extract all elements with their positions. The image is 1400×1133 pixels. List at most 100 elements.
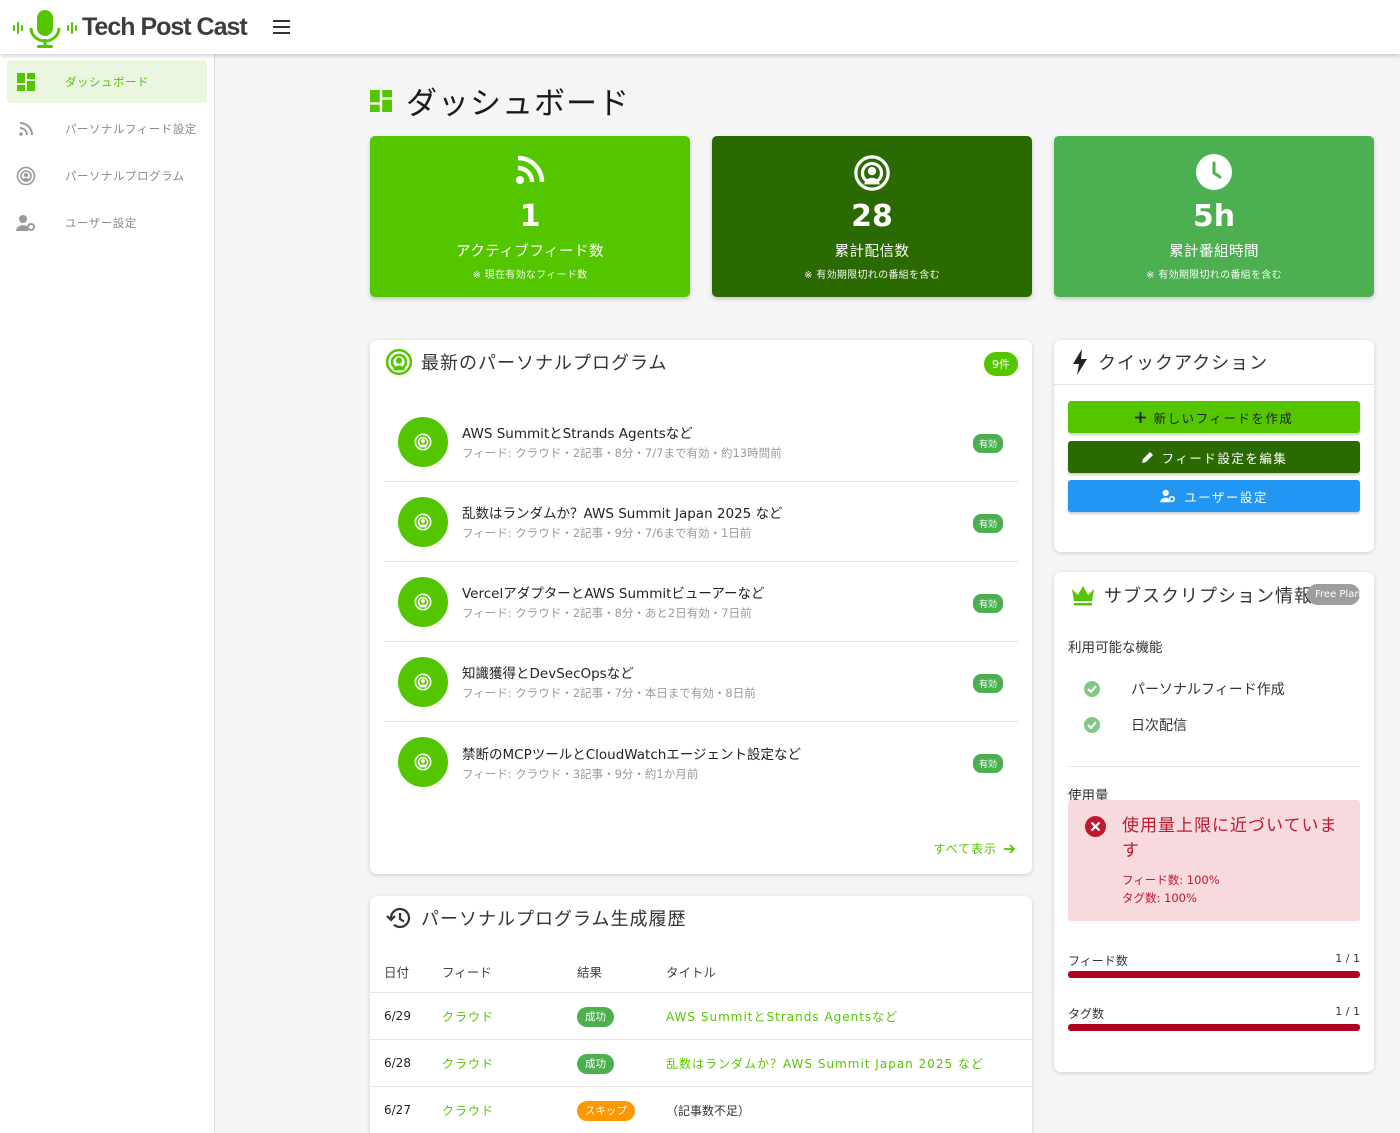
sidebar-item-label: ダッシュボード [65,74,149,89]
feed-link[interactable]: クラウド [442,1104,494,1118]
podcast-icon [398,576,448,627]
title-text: （記事数不足） [666,1103,751,1118]
feed-link[interactable]: クラウド [442,1057,494,1071]
sidebar-item-label: パーソナルプログラム [65,168,185,183]
subscription-card: サブスクリプション情報 Free Plan 利用可能な機能 パーソナルフィード作… [1054,572,1374,1072]
sidebar-item-personal-feed-settings[interactable]: パーソナルフィード設定 [7,107,207,150]
status-badge: 有効 [972,594,1003,613]
program-item[interactable]: 禁断のMCPツールとCloudWatchエージェント設定など フィード: クラウ… [384,722,1018,802]
page-title: ダッシュボード [370,78,630,123]
podcast-icon [712,154,1032,191]
program-count-badge: 9件 [984,352,1018,376]
alert-title: 使用量上限に近づいています [1122,816,1338,861]
plus-icon [1134,411,1146,423]
usage-label: フィード数 [1068,954,1128,968]
card-title: 最新のパーソナルプログラム [421,353,668,374]
stat-value: 1 [519,199,541,234]
program-title: VercelアダプターとAWS Summitビューアーなど [462,586,765,602]
program-title: 乱数はランダムか？AWS Summit Japan 2025 など [462,506,783,522]
dashboard-icon [370,89,392,112]
table-row: 6/27 クラウド スキップ （記事数不足） [370,1086,1032,1133]
program-item[interactable]: VercelアダプターとAWS Summitビューアーなど フィード: クラウド… [384,562,1018,642]
history-icon [386,907,411,929]
stat-label: 累計番組時間 [1169,244,1259,260]
error-icon [1085,816,1106,837]
dashboard-icon [16,72,36,92]
history-table: 日付 フィード 結果 タイトル 6/29 クラウド 成功 AWS Summitと… [370,950,1032,1133]
program-meta: フィード: クラウド・2記事・8分・7/7まで有効・約13時間前 [462,446,782,460]
user-settings-icon [16,213,36,233]
generation-history-card: パーソナルプログラム生成履歴 日付 フィード 結果 タイトル 6/29 クラウド… [370,896,1032,1133]
podcast-icon [16,166,36,186]
stat-note: ※ 有効期限切れの番組を含む [1146,270,1282,281]
usage-value: 1 / 1 [1335,1005,1360,1018]
title-link[interactable]: AWS SummitとStrands Agentsなど [666,1010,898,1024]
column-header: 結果 [577,964,603,980]
divider [1054,384,1374,385]
feature-item: 日次配信 [1084,715,1187,735]
page-title-text: ダッシュボード [406,86,630,122]
lightning-icon [1073,349,1087,375]
column-header: フィード [442,964,492,980]
card-title: サブスクリプション情報 [1104,586,1313,607]
program-meta: フィード: クラウド・3記事・9分・約1か月前 [462,766,699,781]
feature-item: パーソナルフィード作成 [1084,679,1285,699]
app-header: Tech Post Cast [0,0,1400,54]
app-logo[interactable]: Tech Post Cast [12,5,248,49]
plan-badge: Free Plan [1307,584,1360,605]
feature-label: パーソナルフィード作成 [1131,682,1285,698]
stat-card-active-feeds: 1 アクティブフィード数 ※ 現在有効なフィード数 [370,136,690,297]
latest-programs-header: 最新のパーソナルプログラム [385,348,667,376]
status-badge: 有効 [972,754,1003,773]
date-cell: 6/29 [384,1009,411,1023]
view-all-link[interactable]: すべて表示 [933,840,1016,857]
quick-actions-card: クイックアクション 新しいフィードを作成 フィード設定を編集 ユーザー設定 [1054,340,1374,552]
arrow-right-icon [1004,843,1016,854]
rss-icon [370,154,690,190]
alert-line: フィード数: 100% [1122,873,1220,887]
date-cell: 6/28 [384,1056,411,1070]
usage-row-feeds: フィード数 1 / 1 [1068,952,1360,969]
button-label: 新しいフィードを作成 [1153,410,1294,426]
divider [1068,766,1360,767]
quick-actions-header: クイックアクション [1070,348,1268,376]
pencil-icon [1141,451,1153,463]
podcast-icon [398,656,448,707]
button-label: フィード設定を編集 [1161,450,1288,466]
usage-progress-bar-feeds [1068,971,1360,978]
view-all-label: すべて表示 [933,842,997,856]
latest-programs-card: 最新のパーソナルプログラム 9件 AWS SummitとStrands Agen… [370,340,1032,874]
rss-icon [16,119,36,139]
title-link[interactable]: 乱数はランダムか？AWS Summit Japan 2025 など [666,1057,984,1071]
stat-note: ※ 有効期限切れの番組を含む [804,270,940,281]
column-header: タイトル [666,964,717,980]
clock-icon [1054,154,1374,190]
usage-value: 1 / 1 [1335,952,1360,965]
card-title: クイックアクション [1098,353,1269,374]
program-list: AWS SummitとStrands Agentsなど フィード: クラウド・2… [384,402,1018,802]
stat-card-total-deliveries: 28 累計配信数 ※ 有効期限切れの番組を含む [712,136,1032,297]
status-badge: 有効 [972,674,1003,693]
edit-feed-button[interactable]: フィード設定を編集 [1068,441,1360,473]
program-item[interactable]: AWS SummitとStrands Agentsなど フィード: クラウド・2… [384,402,1018,482]
crown-icon [1072,586,1094,606]
hamburger-menu-icon[interactable] [272,16,295,38]
result-badge: 成功 [577,1053,614,1074]
app-name: Tech Post Cast [82,12,248,41]
sidebar-item-dashboard[interactable]: ダッシュボード [7,60,207,103]
podcast-icon [398,737,448,787]
user-settings-button[interactable]: ユーザー設定 [1068,480,1360,512]
stat-value: 28 [851,199,893,234]
column-header: 日付 [384,964,410,980]
podcast-icon [385,348,413,376]
history-header: パーソナルプログラム生成履歴 [385,904,686,932]
sidebar-item-user-settings[interactable]: ユーザー設定 [7,201,207,244]
stat-value: 5h [1192,199,1236,234]
program-item[interactable]: 乱数はランダムか？AWS Summit Japan 2025 など フィード: … [384,482,1018,562]
usage-label: タグ数 [1068,1007,1105,1021]
usage-progress-bar-tags [1068,1024,1360,1031]
feed-link[interactable]: クラウド [442,1010,494,1024]
create-feed-button[interactable]: 新しいフィードを作成 [1068,401,1360,433]
sidebar-item-personal-program[interactable]: パーソナルプログラム [7,154,207,197]
program-item[interactable]: 知識獲得とDevSecOpsなど フィード: クラウド・2記事・7分・本日まで有… [384,642,1018,722]
